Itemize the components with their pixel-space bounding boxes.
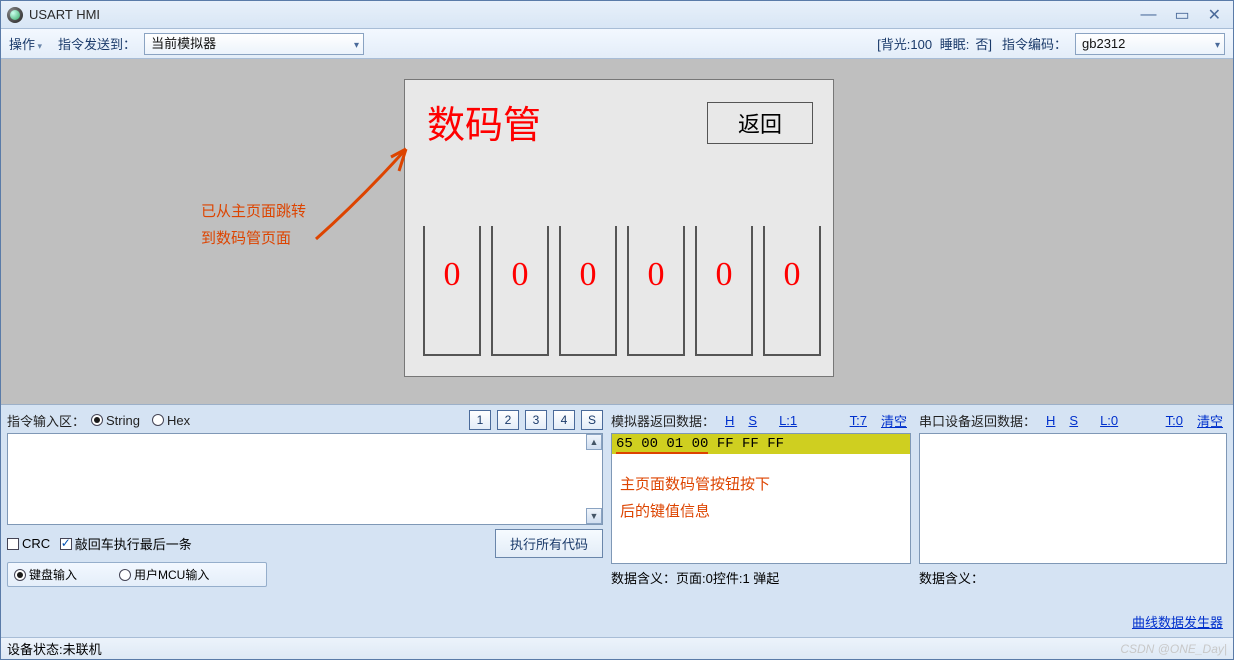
serial-meaning: 数据含义：	[919, 568, 1227, 587]
preset-1[interactable]: 1	[469, 410, 491, 430]
execute-all-button[interactable]: 执行所有代码	[495, 529, 603, 558]
encode-dropdown[interactable]: gb2312	[1075, 33, 1225, 55]
annotation-keyvalue: 主页面数码管按钮按下 后的键值信息	[620, 472, 770, 526]
screen-title: 数码管	[427, 94, 541, 149]
sim-return-t[interactable]: T:7	[850, 413, 867, 428]
lower-panels: 指令输入区： String Hex 1 2 3 4 S ▲ ▼	[1, 405, 1233, 587]
digit-1: 0	[491, 226, 549, 356]
app-title: USART HMI	[29, 7, 100, 22]
serial-return-h[interactable]: H	[1046, 413, 1055, 428]
serial-return-label: 串口设备返回数据：	[919, 411, 1036, 430]
digit-row: 0 0 0 0 0 0	[423, 226, 821, 356]
serial-return-s[interactable]: S	[1069, 413, 1078, 428]
toolbar: 操作 指令发送到： 当前模拟器 [背光:100 睡眠:否] 指令编码： gb23…	[1, 29, 1233, 59]
crc-checkbox[interactable]: CRC	[7, 536, 50, 551]
back-button[interactable]: 返回	[707, 102, 813, 144]
radio-mcu[interactable]: 用户MCU输入	[119, 566, 209, 583]
preset-3[interactable]: 3	[525, 410, 547, 430]
sim-return-list[interactable]: 65 00 01 00 FF FF FF 主页面数码管按钮按下 后的键值信息	[611, 433, 911, 564]
watermark: CSDN @ONE_Day|	[1120, 642, 1227, 656]
input-area-label: 指令输入区：	[7, 411, 85, 430]
minimize-button[interactable]: —	[1140, 6, 1156, 24]
digit-3: 0	[627, 226, 685, 356]
titlebar: USART HMI — ▭ ✕	[1, 1, 1233, 29]
preset-s[interactable]: S	[581, 410, 603, 430]
maximize-button[interactable]: ▭	[1174, 5, 1189, 25]
encode-value: gb2312	[1082, 36, 1125, 51]
command-textarea[interactable]: ▲ ▼	[7, 433, 603, 525]
serial-return-t[interactable]: T:0	[1166, 413, 1183, 428]
window-buttons: — ▭ ✕	[1140, 5, 1227, 25]
sim-return-clear[interactable]: 清空	[881, 411, 907, 430]
annotation-jumped: 已从主页面跳转 到数码管页面	[201, 199, 306, 253]
serial-return-l[interactable]: L:0	[1100, 413, 1118, 428]
scroll-down-icon[interactable]: ▼	[586, 508, 602, 524]
radio-hex[interactable]: Hex	[152, 413, 190, 428]
encode-label: 指令编码：	[1002, 34, 1067, 53]
window: USART HMI — ▭ ✕ 操作 指令发送到： 当前模拟器 [背光:100 …	[0, 0, 1234, 660]
radio-keyboard[interactable]: 键盘输入	[14, 566, 77, 583]
sim-return-s[interactable]: S	[748, 413, 757, 428]
serial-return-list[interactable]	[919, 433, 1227, 564]
radio-string[interactable]: String	[91, 413, 140, 428]
send-to-value: 当前模拟器	[151, 36, 216, 51]
sim-return-panel: 模拟器返回数据： H S L:1 T:7 清空 65 00 01 00 FF F…	[611, 409, 911, 587]
input-mode-group: 键盘输入 用户MCU输入	[7, 562, 267, 587]
toolbar-status: [背光:100 睡眠:否]	[877, 34, 992, 53]
serial-return-panel: 串口设备返回数据： H S L:0 T:0 清空 数据含义：	[919, 409, 1227, 587]
digit-5: 0	[763, 226, 821, 356]
list-item[interactable]: 65 00 01 00 FF FF FF	[612, 434, 910, 454]
close-button[interactable]: ✕	[1208, 5, 1221, 25]
sim-return-label: 模拟器返回数据：	[611, 411, 715, 430]
preset-2[interactable]: 2	[497, 410, 519, 430]
send-to-label: 指令发送到：	[58, 34, 136, 53]
sim-return-h[interactable]: H	[725, 413, 734, 428]
command-input-panel: 指令输入区： String Hex 1 2 3 4 S ▲ ▼	[7, 409, 603, 587]
digit-2: 0	[559, 226, 617, 356]
curve-generator-link[interactable]: 曲线数据发生器	[1132, 612, 1223, 631]
enter-last-checkbox[interactable]: 敲回车执行最后一条	[60, 534, 192, 553]
app-icon	[7, 7, 23, 23]
digit-4: 0	[695, 226, 753, 356]
serial-return-clear[interactable]: 清空	[1197, 411, 1223, 430]
sim-meaning: 数据含义：页面:0控件:1 弹起	[611, 568, 911, 587]
sim-return-l[interactable]: L:1	[779, 413, 797, 428]
statusbar: 设备状态:未联机	[1, 637, 1233, 659]
menu-operate[interactable]: 操作	[9, 34, 42, 53]
simulator-screen: 数码管 返回 0 0 0 0 0 0	[404, 79, 834, 377]
simulator-canvas: 数码管 返回 0 0 0 0 0 0 已从主页面跳转 到数码管页面	[1, 59, 1233, 405]
scroll-up-icon[interactable]: ▲	[586, 434, 602, 450]
preset-4[interactable]: 4	[553, 410, 575, 430]
digit-0: 0	[423, 226, 481, 356]
send-to-dropdown[interactable]: 当前模拟器	[144, 33, 364, 55]
